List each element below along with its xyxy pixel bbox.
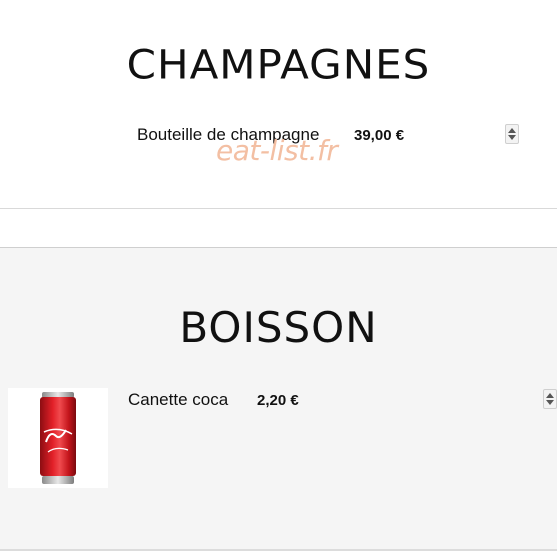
coca-cola-can-icon: [40, 392, 76, 484]
decrement-arrow-icon[interactable]: [508, 135, 516, 140]
increment-arrow-icon[interactable]: [508, 128, 516, 133]
menu-item-name: Canette coca: [128, 390, 229, 409]
increment-arrow-icon[interactable]: [546, 393, 554, 398]
watermark: eat-list.fr: [216, 134, 338, 167]
coca-cola-can-image: [8, 388, 108, 488]
quantity-stepper[interactable]: [543, 389, 557, 409]
section-title-champagnes: CHAMPAGNES: [126, 41, 431, 88]
quantity-stepper[interactable]: [505, 124, 519, 144]
decrement-arrow-icon[interactable]: [546, 400, 554, 405]
section-gap: [0, 209, 557, 247]
section-champagnes: [0, 0, 557, 208]
menu-item-price: 39,00 €: [354, 127, 405, 144]
menu-item-price: 2,20 €: [257, 392, 299, 409]
section-title-boisson: BOISSON: [179, 303, 378, 352]
